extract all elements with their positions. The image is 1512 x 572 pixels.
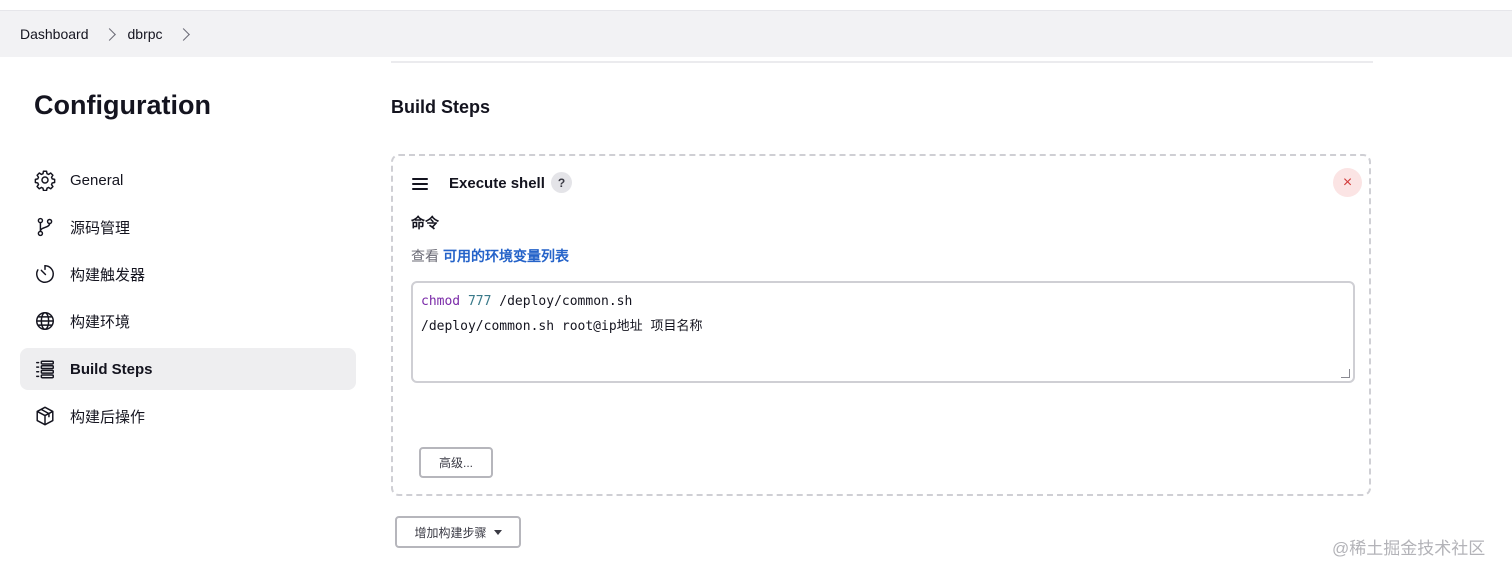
command-line-2: /deploy/common.sh root@ip地址 项目名称 [421, 319, 703, 334]
package-icon [33, 404, 57, 428]
sidebar-item-label: 构建触发器 [70, 266, 146, 284]
breadcrumb-dashboard[interactable]: Dashboard [20, 26, 89, 42]
sidebar-item-general[interactable]: General [20, 159, 356, 201]
section-title: Build Steps [391, 97, 491, 117]
env-vars-hint: 查看 可用的环境变量列表 [411, 246, 569, 266]
timer-icon [33, 262, 57, 286]
env-vars-link[interactable]: 可用的环境变量列表 [443, 248, 569, 264]
sidebar-item-build-steps[interactable]: Build Steps [20, 348, 356, 390]
breadcrumb-dbrpc[interactable]: dbrpc [128, 26, 163, 42]
watermark: @稀土掘金技术社区 [1332, 539, 1486, 558]
globe-icon [33, 309, 57, 333]
sidebar-item-label: 构建环境 [70, 313, 131, 331]
command-path: /deploy/common.sh [499, 294, 633, 309]
help-icon[interactable]: ? [551, 172, 572, 193]
command-textarea[interactable]: chmod 777 /deploy/common.sh /deploy/comm… [411, 281, 1355, 383]
add-build-step-button[interactable]: 增加构建步骤 [395, 516, 521, 548]
env-vars-prefix: 查看 [411, 248, 439, 264]
sidebar-item-build-environment[interactable]: 构建环境 [20, 300, 356, 342]
sidebar-item-build-triggers[interactable]: 构建触发器 [20, 253, 356, 295]
advanced-button[interactable]: 高级... [419, 447, 493, 478]
breadcrumb: Dashboard dbrpc [0, 11, 1512, 57]
chevron-right-icon[interactable] [176, 27, 190, 41]
page-title: Configuration [34, 90, 211, 120]
sidebar-item-label: 构建后操作 [70, 408, 146, 426]
drag-handle-icon[interactable] [412, 178, 428, 190]
top-strip [0, 0, 1512, 11]
command-line-1: chmod 777 /deploy/common.sh [421, 289, 1345, 314]
resize-handle-icon[interactable] [1341, 369, 1350, 378]
sidebar-item-label: General [70, 171, 124, 189]
sidebar-item-label: Build Steps [70, 360, 153, 378]
command-keyword: chmod [421, 294, 461, 309]
gear-icon [33, 168, 57, 192]
sidebar-item-post-build[interactable]: 构建后操作 [20, 395, 356, 437]
git-branch-icon [33, 215, 57, 239]
step-title: Execute shell [449, 175, 545, 192]
caret-down-icon [493, 529, 502, 535]
close-icon[interactable]: × [1333, 168, 1362, 197]
sidebar-item-source-control[interactable]: 源码管理 [20, 206, 356, 248]
add-build-step-label: 增加构建步骤 [414, 525, 487, 540]
sidebar-item-label: 源码管理 [70, 219, 131, 237]
command-number: 777 [467, 294, 492, 309]
section-divider [391, 61, 1373, 63]
chevron-right-icon[interactable] [102, 27, 116, 41]
list-icon [33, 357, 57, 381]
command-label: 命令 [411, 215, 439, 231]
build-step-card: Execute shell ? × 命令 查看 可用的环境变量列表 chmod 7… [391, 154, 1371, 496]
